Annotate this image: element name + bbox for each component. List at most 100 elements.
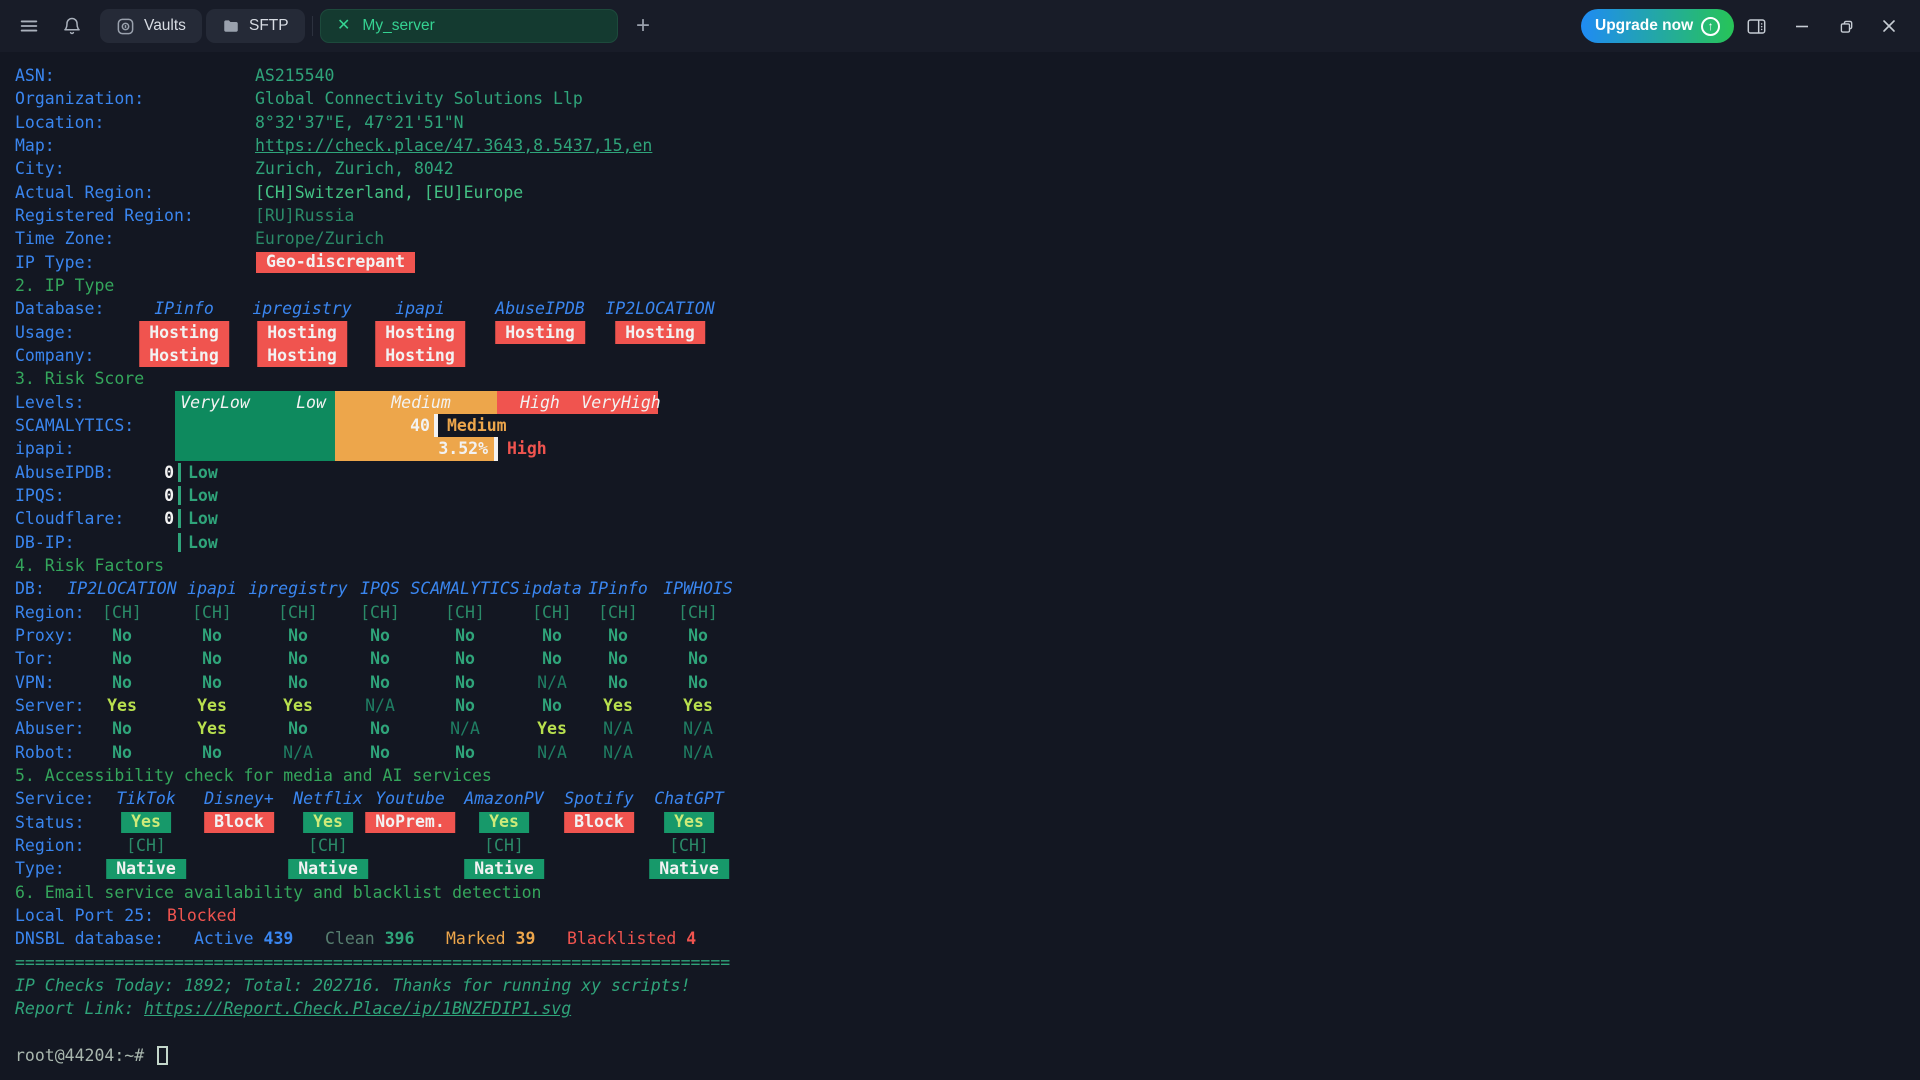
service-header-row: Service:TikTokDisney+NetflixYoutubeAmazo… [0,787,1920,810]
risk-score-row: SCAMALYTICS:40Medium [0,414,1920,437]
field-label: Region: [15,601,85,624]
section-title: 6. Email service availability and blackl… [15,881,542,904]
risk-factor-value: No [542,694,562,717]
risk-factor-value: [CH] [532,601,572,624]
stats-row: IP Checks Today: 1892; Total: 202716. Th… [0,974,1920,997]
section-title: 3. Risk Score [0,367,1920,390]
service-status-row: Status:YesBlockYesNoPrem.YesBlockYes [0,811,1920,834]
service-type-badge: Native [464,859,544,880]
dnsbl-stat: Clean 396 [325,927,414,950]
risk-factor-value: [CH] [678,601,718,624]
new-tab-button[interactable]: + [636,13,650,39]
risk-rating: Low [188,531,218,554]
risk-level-label: High [520,391,560,414]
field-label: Cloudflare: [15,507,124,530]
field-label: Type: [15,857,65,880]
field-label: Local Port 25: [15,904,154,927]
risk-score-value: 0 [164,507,174,530]
risk-rating: Low [188,461,218,484]
risk-rating: High [507,437,547,460]
port-status: Blocked [167,904,237,927]
risk-factor-value: No [370,741,390,764]
risk-level-label: VeryHigh [581,391,660,414]
dnsbl-stat-value: 439 [264,929,294,948]
stats-text: IP Checks Today: 1892; Total: 202716. Th… [15,974,691,997]
field-label: Database: [15,297,104,320]
risk-factor-value: N/A [450,717,480,740]
company-badge: Hosting [139,344,229,367]
report-link[interactable]: https://Report.Check.Place/ip/1BNZFDIP1.… [144,997,571,1020]
separator-tick [178,463,181,482]
field-label: Registered Region: [15,204,194,227]
risk-factor-value: Yes [603,694,633,717]
service-status-badge: Block [204,812,274,833]
risk-level-label: Low [296,391,326,414]
risk-factor-value: [CH] [598,601,638,624]
usage-badge: Hosting [495,321,585,344]
risk-factor-value: N/A [283,741,313,764]
field-label: Time Zone: [15,227,114,250]
info-row: Actual Region:[CH]Switzerland, [EU]Europ… [0,181,1920,204]
upgrade-button[interactable]: Upgrade now ↑ [1581,9,1734,43]
field-value: 8°32'37"E, 47°21'51"N [255,111,464,134]
risk-factor-value: Yes [283,694,313,717]
terminal-output[interactable]: ASN:AS215540Organization:Global Connecti… [0,52,1920,1080]
risk-factor-value: N/A [537,671,567,694]
panel-toggle-icon[interactable] [1743,14,1769,38]
field-label: AbuseIPDB: [15,461,114,484]
map-link[interactable]: https://check.place/47.3643,8.5437,15,en [255,134,652,157]
db-column-header: SCAMALYTICS [410,577,519,600]
risk-score-value: 0 [164,484,174,507]
field-label: VPN: [15,671,55,694]
service-column-header: AmazonPV [464,787,543,810]
db-column-header: IP2LOCATION [605,297,714,320]
field-value: AS215540 [255,64,334,87]
service-status-badge: NoPrem. [365,812,455,833]
risk-score-row: ipapi:3.52%High [0,437,1920,460]
field-label: City: [15,157,65,180]
tab-vaults-label: Vaults [144,17,186,35]
tab-my-server[interactable]: ✕ My_server [320,9,618,43]
risk-factor-value: [CH] [278,601,318,624]
separator-tick [178,486,181,505]
menu-icon[interactable] [18,0,40,52]
service-region: [CH] [669,834,709,857]
bar-segment [175,414,335,437]
db-column-header: AbuseIPDB [495,297,584,320]
tab-vaults[interactable]: Vaults [100,9,202,43]
field-label: DNSBL database: [15,927,164,950]
usage-badge: Hosting [257,321,347,344]
section-title: 2. IP Type [15,274,114,297]
field-label: ASN: [15,64,55,87]
close-window-button[interactable] [1876,14,1902,38]
restore-button[interactable] [1833,14,1859,38]
risk-factor-value: No [202,647,222,670]
minimize-button[interactable] [1789,14,1815,38]
close-tab-icon[interactable]: ✕ [337,18,350,34]
field-label: DB: [15,577,45,600]
section-title: 5. Accessibility check for media and AI … [0,764,1920,787]
info-row: IP Type:Geo-discrepant [0,251,1920,274]
risk-factor-value: No [112,647,132,670]
info-row: ASN: AS215540 [0,64,1920,87]
section-title: 2. IP Type [0,274,1920,297]
risk-factor-row: Abuser:NoYesNoNoN/AYesN/AN/A [0,717,1920,740]
risk-factor-value: [CH] [445,601,485,624]
service-status-badge: Yes [303,812,353,833]
tab-divider [312,16,313,36]
info-row: City:Zurich, Zurich, 8042 [0,157,1920,180]
tab-sftp[interactable]: SFTP [206,9,305,43]
field-value: [CH]Switzerland, [EU]Europe [255,181,523,204]
risk-factor-value: No [370,717,390,740]
db-column-header: ipregistry [248,577,347,600]
bell-icon[interactable] [62,0,82,52]
dnsbl-row: DNSBL database:Active 439Clean 396Marked… [0,927,1920,950]
field-label: Usage: [15,321,75,344]
risk-factor-value: N/A [365,694,395,717]
separator-tick [178,509,181,528]
field-label: Robot: [15,741,75,764]
info-row: Location:8°32'37"E, 47°21'51"N [0,111,1920,134]
info-row: Time Zone:Europe/Zurich [0,227,1920,250]
bar-segment [175,437,335,460]
risk-score-row: IPQS:0Low [0,484,1920,507]
